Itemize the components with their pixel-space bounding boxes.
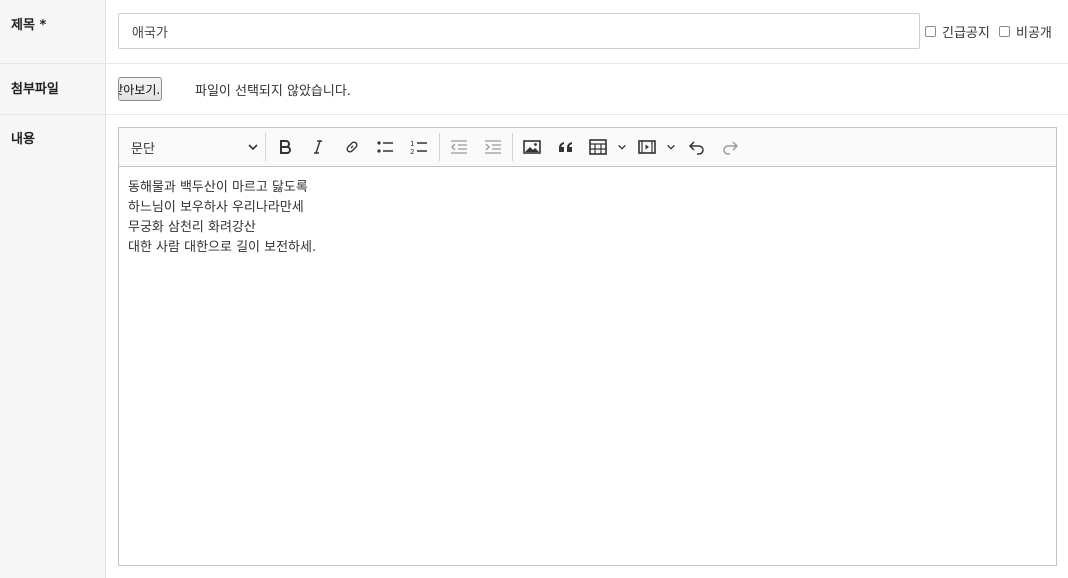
- bulleted-list-button[interactable]: [374, 136, 396, 158]
- content-label: 내용: [11, 132, 35, 147]
- undo-icon: [688, 141, 704, 155]
- content-line: 동해물과 백두산이 마르고 닳도록: [128, 180, 308, 195]
- bold-button[interactable]: [274, 136, 296, 158]
- insert-image-button[interactable]: [521, 136, 543, 158]
- checkbox-icon[interactable]: [999, 26, 1010, 37]
- svg-text:1: 1: [410, 140, 414, 148]
- indent-button[interactable]: [482, 136, 504, 158]
- toolbar-separator: [512, 133, 513, 161]
- bold-icon: [280, 140, 291, 154]
- editor-toolbar: 문단 12: [119, 128, 1056, 167]
- row-divider: [0, 63, 1068, 64]
- file-status-text: 파일이 선택되지 않았습니다.: [195, 84, 351, 99]
- insert-table-button[interactable]: [589, 136, 627, 158]
- browse-button-label: 찾아보기...: [119, 82, 161, 97]
- editor-content-area[interactable]: 동해물과 백두산이 마르고 닳도록 하느님이 보우하사 우리나라만세 무궁화 삼…: [119, 167, 1056, 269]
- private-checkbox[interactable]: 비공개: [999, 22, 1052, 41]
- bulleted-list-icon: [377, 141, 393, 153]
- title-label: 제목 *: [11, 18, 47, 33]
- italic-button[interactable]: [307, 136, 329, 158]
- indent-icon: [485, 140, 501, 154]
- checkbox-icon[interactable]: [925, 26, 936, 37]
- content-line: 대한 사람 대한으로 길이 보전하세.: [128, 240, 317, 255]
- chevron-down-icon: [667, 144, 675, 150]
- outdent-button[interactable]: [448, 136, 470, 158]
- numbered-list-button[interactable]: 12: [408, 136, 430, 158]
- toolbar-separator: [439, 133, 440, 161]
- toolbar-separator: [265, 133, 266, 161]
- redo-button[interactable]: [719, 136, 741, 158]
- urgent-notice-label: 긴급공지: [942, 26, 990, 41]
- heading-dropdown[interactable]: 문단: [131, 136, 259, 158]
- chevron-down-icon: [248, 144, 258, 151]
- insert-media-button[interactable]: [638, 136, 676, 158]
- italic-icon: [314, 140, 322, 154]
- link-icon: [346, 141, 358, 153]
- content-line: 하느님이 보우하사 우리나라만세: [128, 200, 304, 215]
- content-line: 무궁화 삼천리 화려강산: [128, 220, 256, 235]
- heading-dropdown-value: 문단: [131, 141, 155, 157]
- image-icon: [523, 140, 541, 154]
- undo-button[interactable]: [686, 136, 708, 158]
- media-icon: [638, 140, 656, 154]
- blockquote-button[interactable]: [555, 136, 577, 158]
- chevron-down-icon: [618, 144, 626, 150]
- link-button[interactable]: [341, 136, 363, 158]
- table-icon: [589, 139, 607, 155]
- private-label: 비공개: [1016, 26, 1052, 41]
- svg-text:2: 2: [410, 148, 414, 155]
- numbered-list-icon: 12: [410, 140, 427, 155]
- browse-button[interactable]: 찾아보기...: [118, 77, 162, 101]
- urgent-notice-checkbox[interactable]: 긴급공지: [925, 22, 990, 41]
- attachment-label: 첨부파일: [11, 82, 59, 97]
- row-divider: [0, 114, 1068, 115]
- blockquote-icon: [559, 142, 572, 152]
- redo-icon: [723, 141, 739, 155]
- rich-text-editor: 문단 12 동해물과 백두산이 마르고 닳도록 하느님이 보우하사 우리나라만세…: [118, 127, 1057, 566]
- outdent-icon: [451, 140, 467, 154]
- title-input[interactable]: [118, 13, 920, 49]
